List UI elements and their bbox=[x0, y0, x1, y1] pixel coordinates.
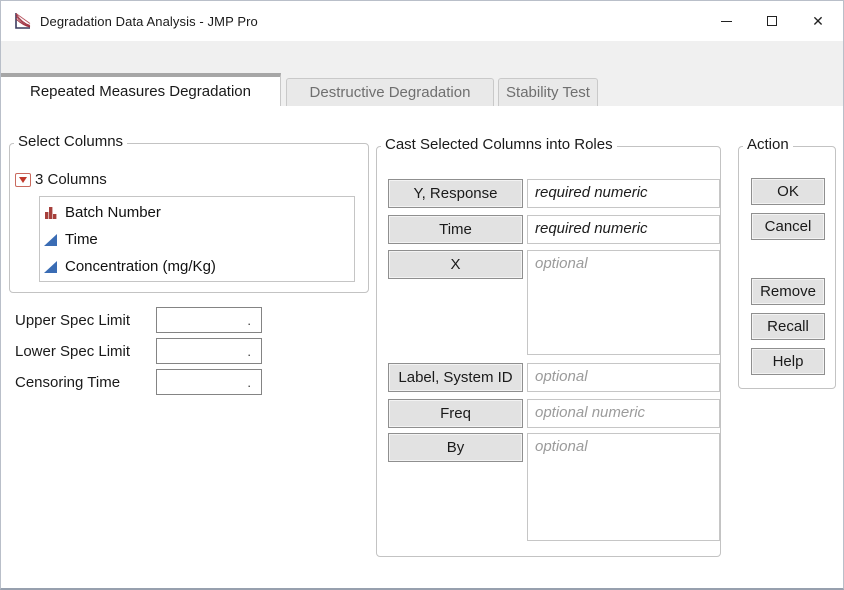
upper-spec-limit-label: Upper Spec Limit bbox=[15, 312, 156, 329]
label-system-id-button[interactable]: Label, System ID bbox=[388, 363, 523, 392]
time-role-dropzone[interactable]: required numeric bbox=[527, 215, 720, 244]
action-panel: Action OK Cancel Remove Recall Help bbox=[738, 146, 836, 389]
x-role-button[interactable]: X bbox=[388, 250, 523, 279]
cast-roles-title: Cast Selected Columns into Roles bbox=[381, 136, 617, 153]
minimize-button[interactable] bbox=[703, 1, 749, 41]
columns-listbox: Batch Number Time Concentration (mg/Kg) bbox=[39, 196, 355, 282]
x-role-dropzone[interactable]: optional bbox=[527, 250, 720, 355]
by-role-dropzone[interactable]: optional bbox=[527, 433, 720, 541]
column-item-label: Concentration (mg/Kg) bbox=[65, 258, 216, 275]
degradation-dialog-window: Degradation Data Analysis - JMP Pro ✕ Re… bbox=[0, 0, 844, 590]
columns-menu-row: 3 Columns bbox=[15, 171, 107, 188]
window-title: Degradation Data Analysis - JMP Pro bbox=[40, 14, 258, 29]
nominal-column-icon bbox=[44, 206, 58, 220]
upper-spec-limit-input[interactable] bbox=[156, 307, 262, 333]
tab-stability-test[interactable]: Stability Test bbox=[498, 78, 598, 106]
close-button[interactable]: ✕ bbox=[795, 1, 841, 41]
lower-spec-limit-input[interactable] bbox=[156, 338, 262, 364]
column-item-concentration[interactable]: Concentration (mg/Kg) bbox=[40, 253, 354, 280]
maximize-button[interactable] bbox=[749, 1, 795, 41]
recall-button[interactable]: Recall bbox=[751, 313, 825, 340]
tab-destructive-degradation[interactable]: Destructive Degradation bbox=[286, 78, 494, 106]
ok-button[interactable]: OK bbox=[751, 178, 825, 205]
by-role-button[interactable]: By bbox=[388, 433, 523, 462]
time-role-button[interactable]: Time bbox=[388, 215, 523, 244]
red-triangle-menu-icon[interactable] bbox=[15, 173, 31, 187]
censoring-time-row: Censoring Time bbox=[15, 369, 262, 395]
degradation-curves-icon bbox=[12, 11, 32, 31]
cast-roles-panel: Cast Selected Columns into Roles Y, Resp… bbox=[376, 146, 721, 557]
remove-button[interactable]: Remove bbox=[751, 278, 825, 305]
maximize-icon bbox=[767, 16, 777, 26]
y-response-dropzone[interactable]: required numeric bbox=[527, 179, 720, 208]
columns-count-label: 3 Columns bbox=[35, 171, 107, 188]
column-item-label: Time bbox=[65, 231, 98, 248]
help-button[interactable]: Help bbox=[751, 348, 825, 375]
continuous-column-icon bbox=[44, 233, 58, 247]
select-columns-title: Select Columns bbox=[14, 133, 127, 150]
column-item-batch-number[interactable]: Batch Number bbox=[40, 199, 354, 226]
freq-role-dropzone[interactable]: optional numeric bbox=[527, 399, 720, 428]
tab-repeated-measures-degradation[interactable]: Repeated Measures Degradation bbox=[1, 73, 281, 106]
freq-role-button[interactable]: Freq bbox=[388, 399, 523, 428]
label-system-id-dropzone[interactable]: optional bbox=[527, 363, 720, 392]
cancel-button[interactable]: Cancel bbox=[751, 213, 825, 240]
window-controls: ✕ bbox=[703, 1, 841, 41]
titlebar: Degradation Data Analysis - JMP Pro ✕ bbox=[1, 1, 843, 41]
minimize-icon bbox=[721, 21, 732, 22]
select-columns-panel: Select Columns 3 Columns Batch Number bbox=[9, 143, 369, 293]
continuous-column-icon bbox=[44, 260, 58, 274]
censoring-time-label: Censoring Time bbox=[15, 374, 156, 391]
censoring-time-input[interactable] bbox=[156, 369, 262, 395]
dialog-content: Select Columns 3 Columns Batch Number bbox=[1, 106, 843, 589]
column-item-time[interactable]: Time bbox=[40, 226, 354, 253]
lower-spec-limit-row: Lower Spec Limit bbox=[15, 338, 262, 364]
close-icon: ✕ bbox=[812, 14, 824, 28]
lower-spec-limit-label: Lower Spec Limit bbox=[15, 343, 156, 360]
action-title: Action bbox=[743, 136, 793, 153]
upper-spec-limit-row: Upper Spec Limit bbox=[15, 307, 262, 333]
column-item-label: Batch Number bbox=[65, 204, 161, 221]
y-response-button[interactable]: Y, Response bbox=[388, 179, 523, 208]
